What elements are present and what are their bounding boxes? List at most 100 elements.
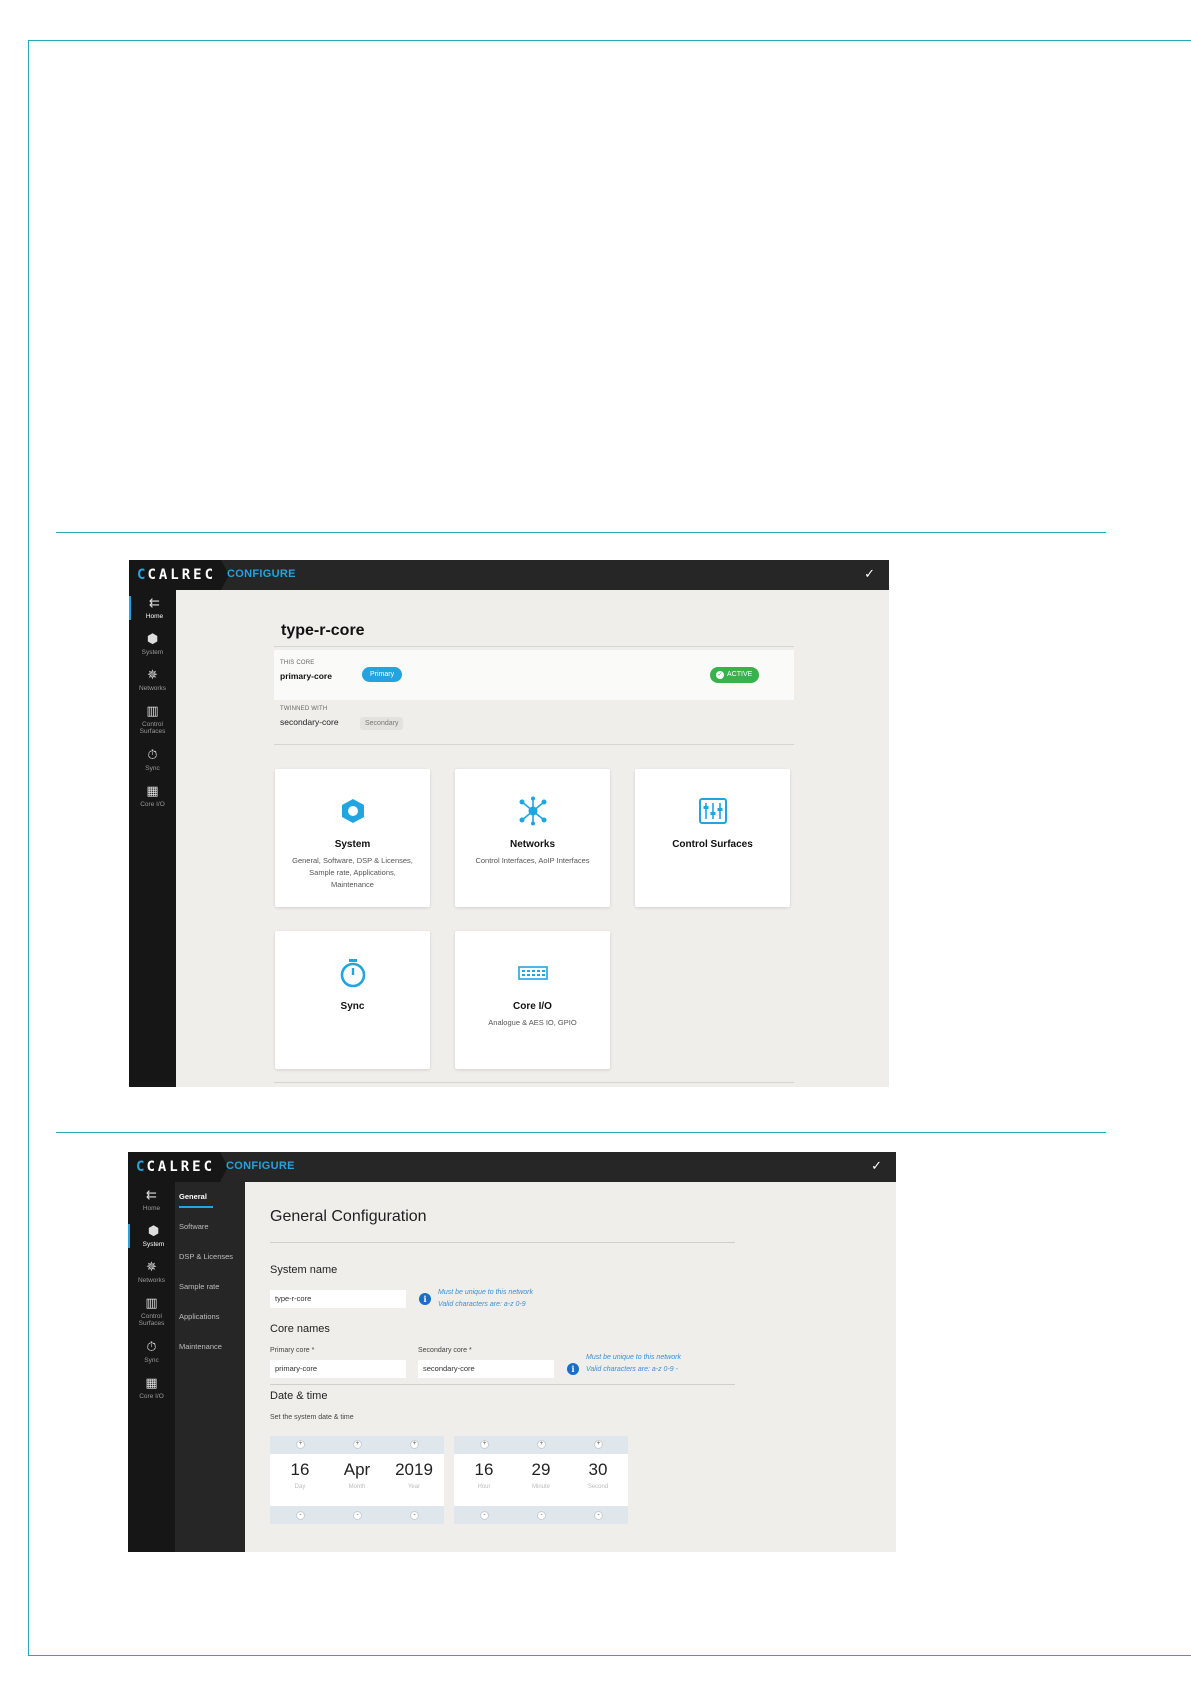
subnav-maintenance[interactable]: Maintenance [179,1342,222,1351]
rail-label: System [142,1241,165,1248]
decrement-icon[interactable]: - [537,1511,546,1520]
rail-label: Home [145,613,164,620]
rail-item-system[interactable]: ⬢ System [129,632,176,657]
card-title: Networks [509,839,555,850]
increment-icon[interactable]: + [480,1440,489,1449]
secondary-core-label: Secondary core * [418,1347,472,1354]
rail-item-sync[interactable]: ⏱ Sync [128,1340,175,1365]
increment-icon[interactable]: + [353,1440,362,1449]
decrement-icon[interactable]: - [594,1511,603,1520]
subnav-applications[interactable]: Applications [179,1312,219,1321]
section-title: CONFIGURE [226,1160,295,1172]
subnav-dsp-licenses[interactable]: DSP & Licenses [179,1252,233,1261]
rail-label: Home [142,1205,161,1212]
system-name-input[interactable]: type-r-core [270,1290,406,1308]
top-bar: C CALREC CONFIGURE ✓ [128,1152,896,1182]
core-names-heading: Core names [270,1323,330,1335]
separator-top [56,532,1106,533]
month-value[interactable]: Apr [327,1460,387,1480]
secondary-core-input[interactable]: secondary-core [418,1360,554,1378]
minute-spinner: + 29 Minute - [511,1436,571,1524]
card-core-io[interactable]: Core I/O Analogue & AES IO, GPIO [455,931,610,1069]
subnav-software[interactable]: Software [179,1222,209,1231]
rail-item-control-surfaces[interactable]: ▥ Control Surfaces [129,703,176,736]
io-ports-icon: ▦ [146,783,159,798]
rail-item-networks[interactable]: ✵ Networks [129,668,176,693]
card-sync[interactable]: Sync [275,931,430,1069]
increment-icon[interactable]: + [410,1440,419,1449]
year-value[interactable]: 2019 [384,1460,444,1480]
faders-icon: ▥ [145,1295,158,1310]
card-networks[interactable]: Networks Control Interfaces, AoIP Interf… [455,769,610,907]
twinned-caption: TWINNED WITH [280,706,328,712]
check-circle-icon: ✓ [716,671,724,679]
twinned-core-name: secondary-core [280,717,339,727]
io-ports-icon: ▦ [145,1375,158,1390]
network-icon [455,795,610,827]
this-core-panel: THIS CORE primary-core Primary ✓ ACTIVE [274,650,794,700]
rail-item-core-io[interactable]: ▦ Core I/O [128,1375,175,1401]
card-control-surfaces[interactable]: Control Surfaces [635,769,790,907]
rail-label: Core I/O [139,1393,164,1400]
network-icon: ✵ [146,1259,157,1274]
hour-value[interactable]: 16 [454,1460,514,1480]
rail-item-sync[interactable]: ⏱ Sync [129,748,176,773]
increment-icon[interactable]: + [537,1440,546,1449]
rail-item-control-surfaces[interactable]: ▥ Control Surfaces [128,1295,175,1328]
rail-label: Core I/O [140,801,165,808]
rail-item-home[interactable]: ⇇ Home [128,1188,175,1213]
rail-item-home[interactable]: ⇇ Home [129,596,178,620]
this-core-name: primary-core [280,671,332,681]
subnav-general[interactable]: General [179,1192,207,1201]
card-subtitle: Analogue & AES IO, GPIO [488,1018,577,1027]
hour-spinner: + 16 Hour - [454,1436,514,1524]
day-value[interactable]: 16 [270,1460,330,1480]
decrement-icon[interactable]: - [410,1511,419,1520]
faders-icon [635,795,790,827]
divider [274,1082,794,1083]
system-subnav: General Software DSP & Licenses Sample r… [175,1182,245,1552]
minute-label: Minute [531,1484,550,1490]
primary-core-label: Primary core * [270,1347,315,1354]
subnav-active-indicator [179,1206,213,1208]
confirm-check-icon[interactable]: ✓ [871,1158,882,1174]
decrement-icon[interactable]: - [353,1511,362,1520]
secondary-badge: Secondary [360,717,404,730]
month-spinner: + Apr Month - [327,1436,387,1524]
day-spinner: + 16 Day - [270,1436,330,1524]
active-status-badge: ✓ ACTIVE [710,667,760,683]
core-names-hint: Must be unique to this network Valid char… [586,1354,681,1373]
rail-label: Control Surfaces [138,1313,165,1327]
decrement-icon[interactable]: - [296,1511,305,1520]
minute-value[interactable]: 29 [511,1460,571,1480]
increment-icon[interactable]: + [594,1440,603,1449]
home-arrow-icon: ⇇ [149,595,160,610]
rail-label: Sync [144,1357,159,1364]
primary-badge: Primary [362,667,403,682]
rail-label: Sync [145,765,160,772]
section-title: CONFIGURE [227,568,296,580]
second-label: Second [587,1484,609,1490]
card-title: Control Surfaces [672,839,753,850]
divider [274,744,794,745]
card-title: System [334,839,371,850]
primary-core-input[interactable]: primary-core [270,1360,406,1378]
rail-item-system[interactable]: ⬢ System [128,1224,177,1248]
faders-icon: ▥ [146,703,159,718]
rail-item-core-io[interactable]: ▦ Core I/O [129,783,176,809]
confirm-check-icon[interactable]: ✓ [864,566,875,582]
rail-label: System [141,649,164,656]
card-system[interactable]: System General, Software, DSP & Licenses… [275,769,430,907]
increment-icon[interactable]: + [296,1440,305,1449]
day-label: Day [294,1484,306,1490]
decrement-icon[interactable]: - [480,1511,489,1520]
nav-rail: ⇇ Home ⬢ System ✵ Networks ▥ Control Sur… [128,1182,175,1552]
second-value[interactable]: 30 [568,1460,628,1480]
page-title: General Configuration [270,1208,427,1225]
date-time-heading: Date & time [270,1390,328,1402]
io-ports-icon [455,957,610,989]
card-title: Sync [340,1001,365,1012]
subnav-sample-rate[interactable]: Sample rate [179,1282,219,1291]
rail-label: Control Surfaces [139,721,166,735]
rail-item-networks[interactable]: ✵ Networks [128,1259,175,1285]
